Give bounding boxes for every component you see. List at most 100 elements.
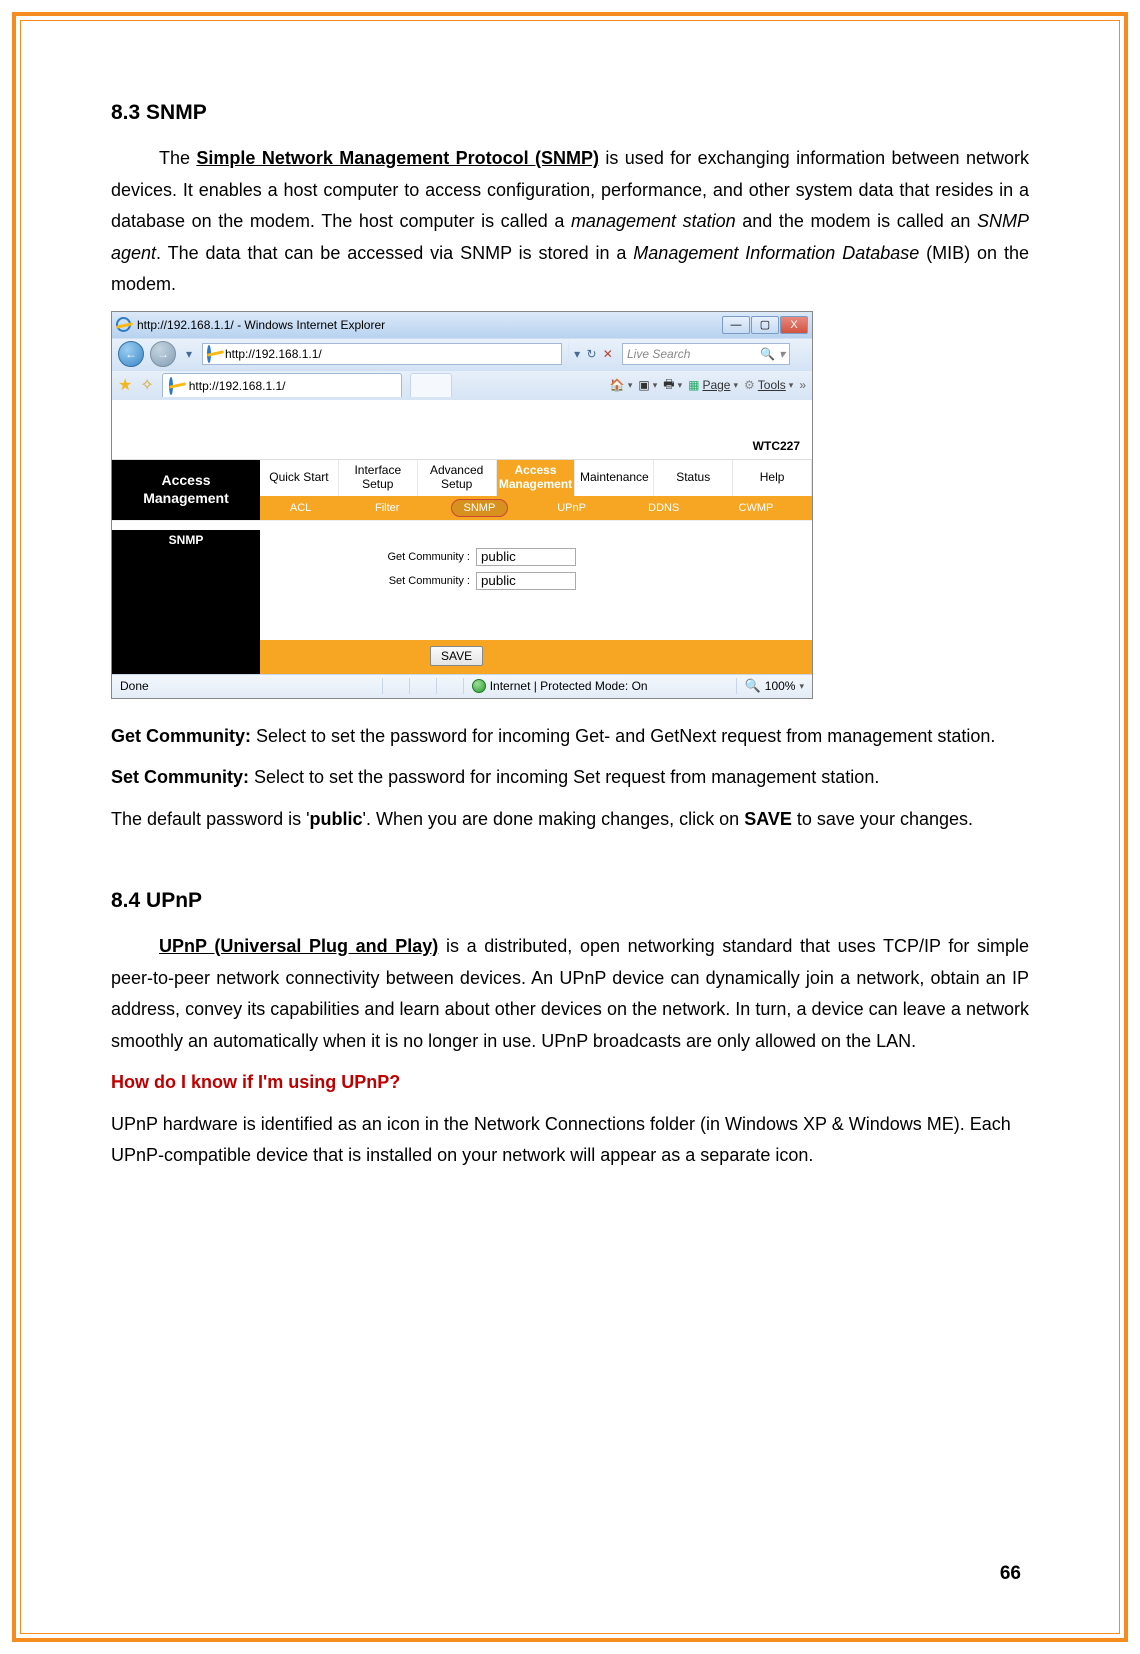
save-note: The default password is 'public'. When y…: [111, 804, 1029, 836]
ie-icon: [116, 317, 131, 332]
search-dropdown-icon[interactable]: ▾: [779, 347, 785, 361]
feeds-button[interactable]: ▣▾: [638, 378, 657, 392]
forward-button[interactable]: →: [150, 341, 176, 367]
tab-help[interactable]: Help: [733, 460, 812, 496]
refresh-icon[interactable]: ↻: [586, 347, 596, 361]
print-icon: 🖶: [663, 375, 674, 396]
page-label: Page: [702, 378, 730, 392]
gear-icon: ⚙: [744, 378, 755, 392]
addr-dropdown-icon[interactable]: ▾: [574, 347, 580, 361]
router-body: SNMP Get Community : Set Community :: [112, 530, 812, 640]
back-icon: ←: [125, 347, 137, 361]
text: and the modem is called an: [736, 211, 977, 231]
set-community-row: Set Community :: [270, 572, 802, 590]
snmp-intro-paragraph: The Simple Network Management Protocol (…: [111, 143, 1029, 301]
maximize-button[interactable]: ▢: [751, 316, 779, 334]
print-button[interactable]: 🖶▾: [663, 375, 682, 396]
text: . The data that can be accessed via SNMP…: [156, 243, 633, 263]
sub-tabs-row: ACL Filter SNMP UPnP DDNS CWMP: [260, 496, 812, 520]
chevron-down-icon: ▾: [628, 380, 633, 391]
text: '. When you are done making changes, cli…: [363, 809, 745, 829]
protected-mode: Internet | Protected Mode: On: [472, 679, 648, 693]
more-icon[interactable]: »: [799, 378, 806, 392]
save-button[interactable]: SAVE: [430, 646, 483, 666]
text: The default password is ': [111, 809, 310, 829]
get-community-label: Get Community :: [270, 551, 470, 563]
subtab-snmp[interactable]: SNMP: [433, 496, 525, 520]
get-community-input[interactable]: [476, 548, 576, 566]
router-page: WTC227 Access Management Quick Start Int…: [112, 400, 812, 674]
router-tab-area: Quick Start Interface Setup Advanced Set…: [260, 460, 812, 520]
feeds-icon: ▣: [638, 378, 649, 392]
set-community-input[interactable]: [476, 572, 576, 590]
addr-controls: ▾ ↻ ✕: [568, 343, 616, 365]
set-community-term: Set Community:: [111, 767, 249, 787]
tab-interface-setup[interactable]: Interface Setup: [339, 460, 418, 496]
home-icon: 🏠: [610, 378, 625, 392]
minimize-button[interactable]: —: [722, 316, 750, 334]
home-button[interactable]: 🏠▾: [610, 378, 632, 392]
ie-tabbar: ★ ✧ http://192.168.1.1/ 🏠▾ ▣▾ 🖶▾ ▦ Page …: [112, 370, 812, 400]
ie-command-bar: 🏠▾ ▣▾ 🖶▾ ▦ Page ▾ ⚙ Tools ▾ »: [610, 375, 806, 396]
section-title-line1: Access: [112, 472, 260, 490]
router-nav: Access Management Quick Start Interface …: [112, 460, 812, 520]
address-bar[interactable]: http://192.168.1.1/: [202, 343, 562, 365]
tools-label: Tools: [758, 378, 786, 392]
snmp-form: Get Community : Set Community :: [260, 530, 812, 640]
favorites-icon[interactable]: ★: [118, 375, 132, 395]
search-box[interactable]: Live Search 🔍 ▾: [622, 343, 790, 365]
upnp-answer: UPnP hardware is identified as an icon i…: [111, 1109, 1029, 1172]
outer-border: 8.3 SNMP The Simple Network Management P…: [12, 12, 1128, 1642]
window-buttons: — ▢ X: [722, 316, 808, 334]
search-placeholder: Live Search: [627, 347, 690, 361]
ie-screenshot: http://192.168.1.1/ - Windows Internet E…: [111, 311, 813, 699]
text: Select to set the password for incoming …: [251, 726, 995, 746]
chevron-down-icon: ▾: [733, 380, 738, 391]
set-community-desc: Set Community: Select to set the passwor…: [111, 762, 1029, 794]
tab-quick-start[interactable]: Quick Start: [260, 460, 339, 496]
tab-status[interactable]: Status: [654, 460, 733, 496]
back-button[interactable]: ←: [118, 341, 144, 367]
close-button[interactable]: X: [780, 316, 808, 334]
search-icon[interactable]: 🔍: [760, 347, 775, 361]
term-mib: Management Information Database: [633, 243, 919, 263]
page-number: 66: [1000, 1563, 1021, 1585]
subtab-upnp[interactable]: UPnP: [525, 496, 617, 520]
chevron-down-icon: ▾: [653, 380, 658, 391]
stop-icon[interactable]: ✕: [603, 347, 613, 361]
default-password: public: [310, 809, 363, 829]
tab-maintenance[interactable]: Maintenance: [575, 460, 654, 496]
subtab-filter[interactable]: Filter: [341, 496, 433, 520]
tools-menu[interactable]: ⚙ Tools ▾: [744, 378, 793, 392]
zoom-control[interactable]: 🔍 100% ▾: [745, 678, 804, 694]
chevron-down-icon: ▾: [789, 380, 794, 391]
chevron-down-icon: ▾: [678, 380, 683, 391]
text: Select to set the password for incoming …: [249, 767, 879, 787]
set-community-label: Set Community :: [270, 575, 470, 587]
main-tabs-row: Quick Start Interface Setup Advanced Set…: [260, 460, 812, 496]
page-menu[interactable]: ▦ Page ▾: [688, 378, 738, 392]
nav-dropdown[interactable]: ▾: [182, 341, 196, 367]
browser-tab[interactable]: http://192.168.1.1/: [162, 373, 402, 397]
tab-title: http://192.168.1.1/: [189, 379, 286, 393]
ie-icon: [207, 347, 221, 361]
subtab-ddns[interactable]: DDNS: [618, 496, 710, 520]
heading-8-4: 8.4 UPnP: [111, 889, 1029, 913]
heading-8-3: 8.3 SNMP: [111, 101, 1029, 125]
url-text: http://192.168.1.1/: [225, 347, 557, 361]
tab-advanced-setup[interactable]: Advanced Setup: [418, 460, 497, 496]
add-favorite-icon[interactable]: ✧: [140, 375, 153, 395]
term-management-station: management station: [571, 211, 736, 231]
subtab-acl[interactable]: ACL: [260, 496, 341, 520]
upnp-question: How do I know if I'm using UPnP?: [111, 1067, 1029, 1099]
subtab-snmp-label: SNMP: [451, 499, 509, 517]
save-row: SAVE: [112, 640, 812, 674]
get-community-desc: Get Community: Select to set the passwor…: [111, 721, 1029, 753]
ie-icon: [169, 379, 183, 393]
snmp-definition: Simple Network Management Protocol (SNMP…: [196, 148, 599, 168]
new-tab-button[interactable]: [410, 373, 452, 397]
section-title-line2: Management: [112, 490, 260, 508]
tab-access-management[interactable]: Access Management: [497, 460, 576, 496]
spacer: [112, 520, 812, 530]
subtab-cwmp[interactable]: CWMP: [710, 496, 802, 520]
